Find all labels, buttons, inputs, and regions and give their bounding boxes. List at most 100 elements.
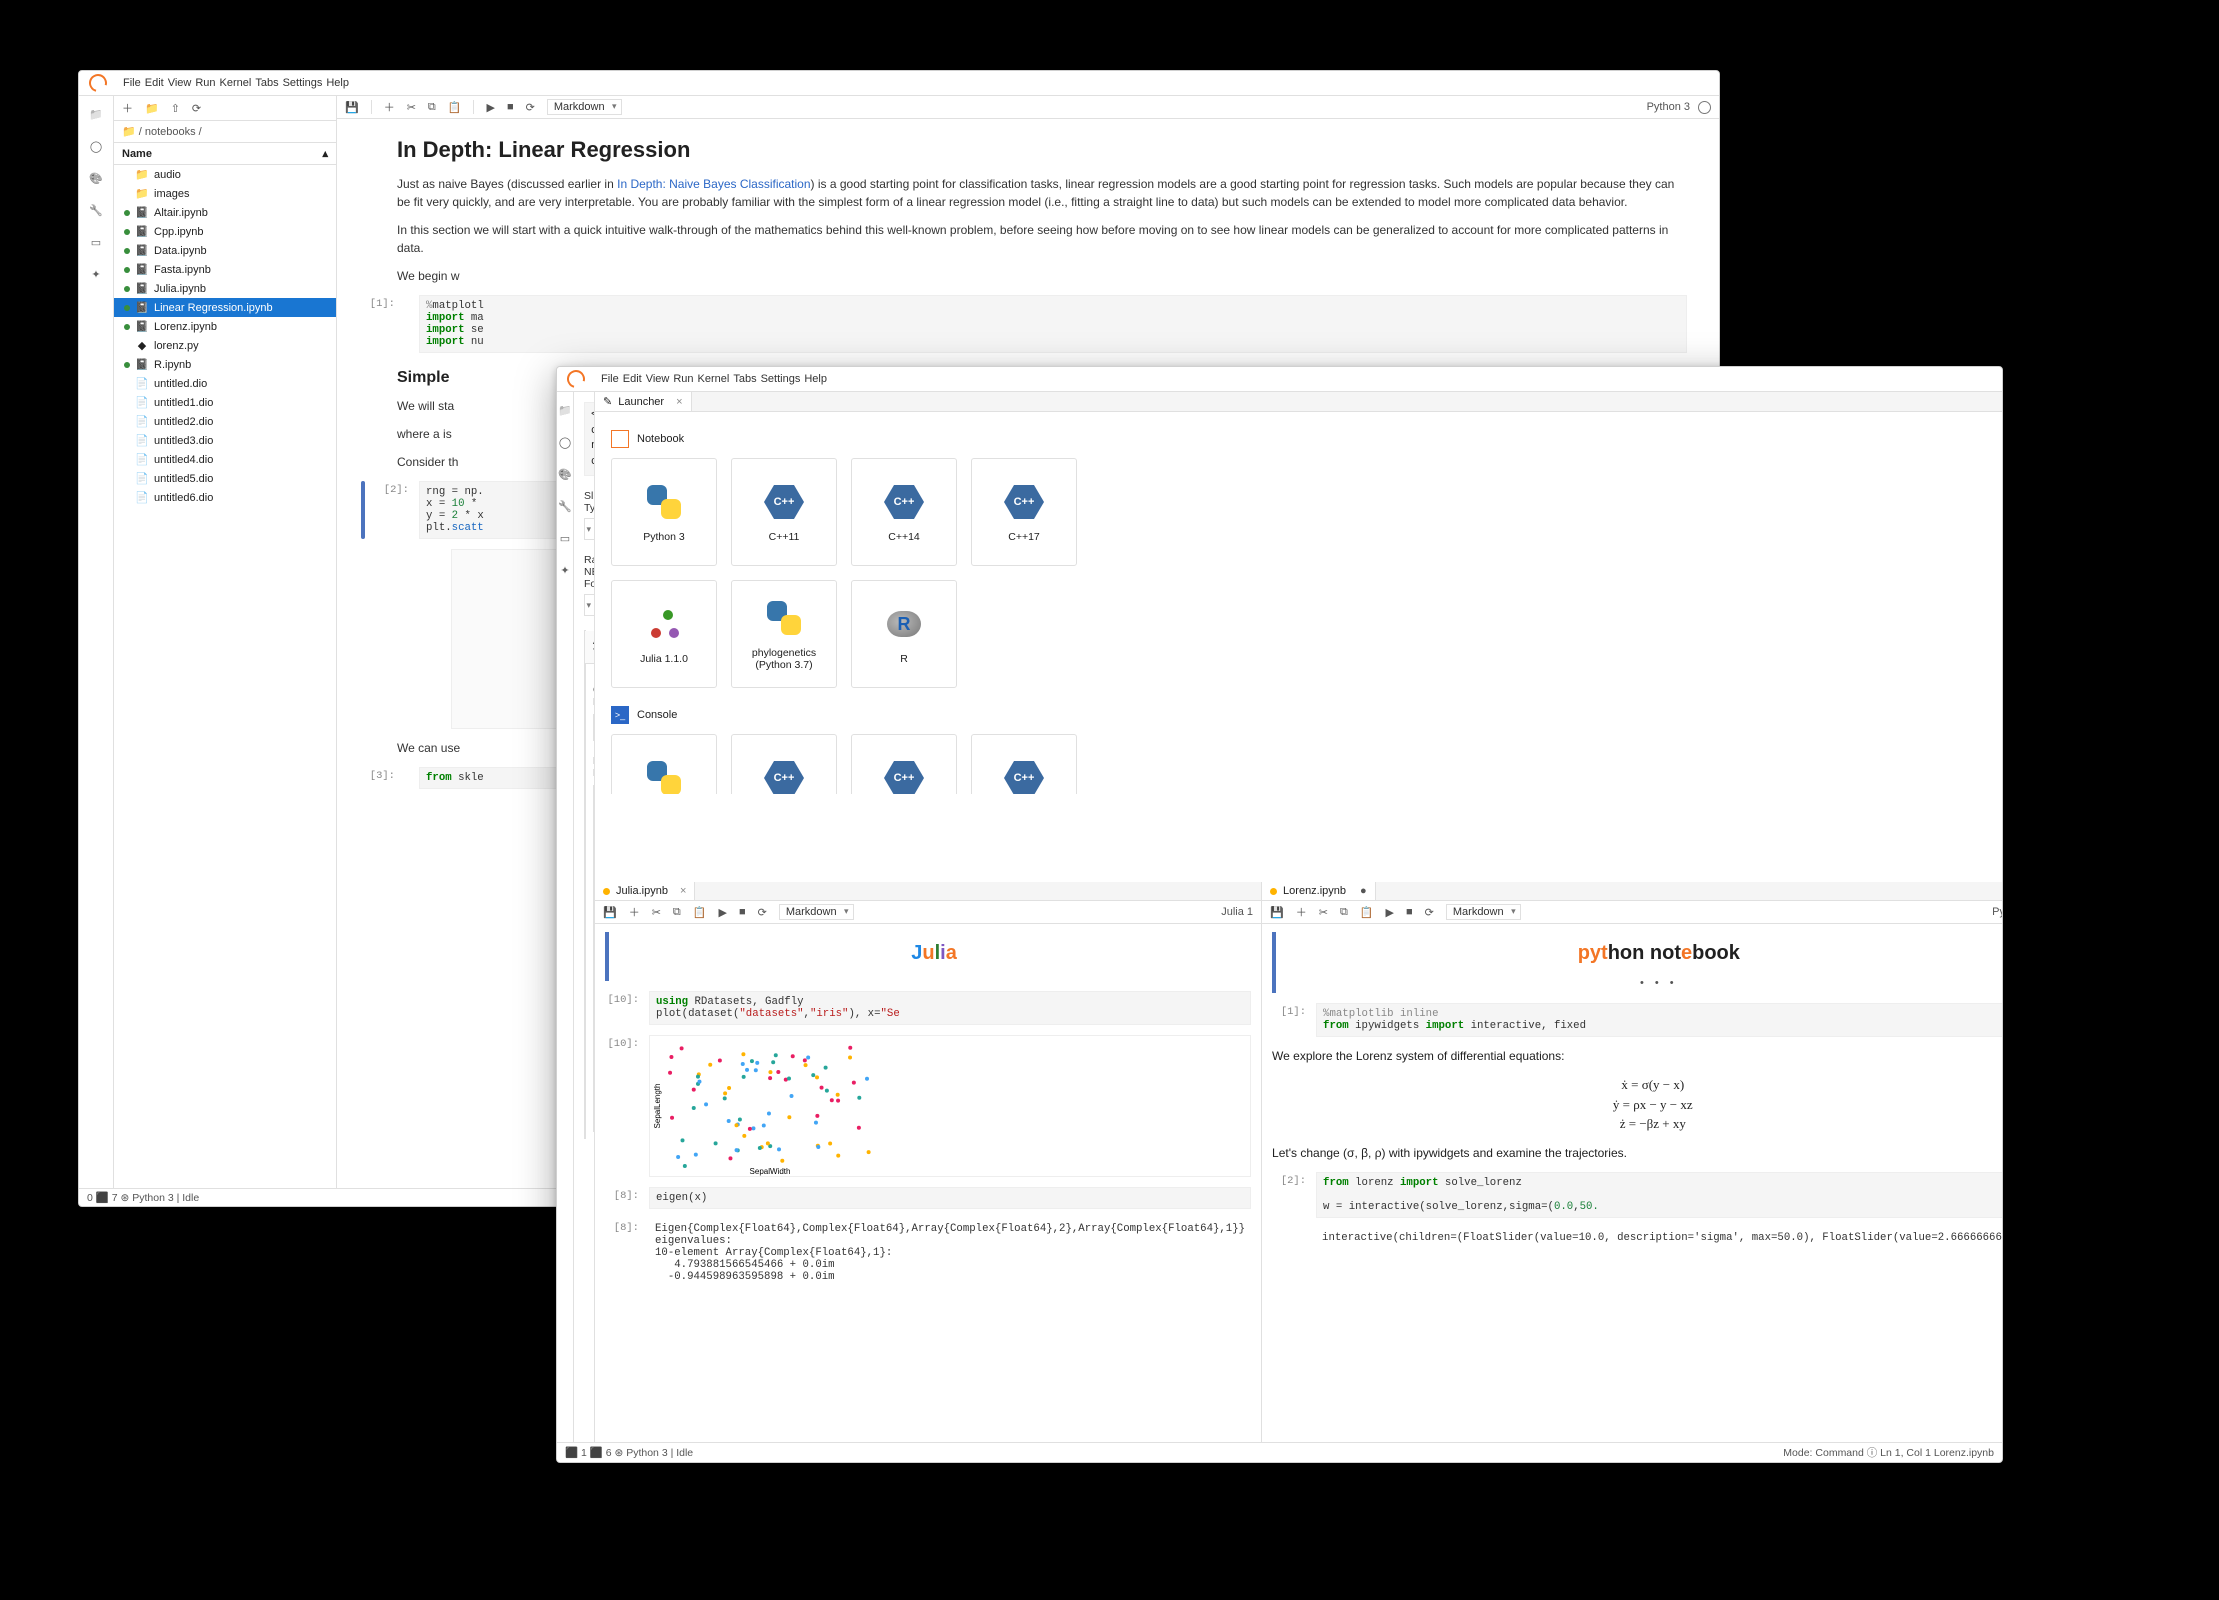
run-cell-icon[interactable]: ▶	[718, 906, 726, 919]
restart-icon[interactable]: ⟳	[1425, 906, 1434, 919]
launcher-card[interactable]: C++C++17	[971, 734, 1077, 794]
save-icon[interactable]: 💾	[603, 906, 617, 919]
extension-icon[interactable]: ✦	[88, 266, 104, 282]
menu-settings[interactable]: Settings	[759, 371, 803, 387]
menu-kernel[interactable]: Kernel	[696, 371, 732, 387]
paste-icon[interactable]: 📋	[1360, 906, 1374, 919]
cut-icon[interactable]: ✂	[407, 101, 416, 114]
menu-view[interactable]: View	[644, 371, 672, 387]
launcher-card[interactable]: Julia 1.1.0	[611, 580, 717, 688]
file-item[interactable]: 📓Julia.ipynb	[114, 279, 336, 298]
file-item[interactable]: ◆lorenz.py	[114, 336, 336, 355]
copy-icon[interactable]: ⧉	[673, 906, 681, 919]
launcher-card[interactable]: C++C++14	[851, 458, 957, 566]
file-item[interactable]: 📓Cpp.ipynb	[114, 222, 336, 241]
tab-julia[interactable]: Julia.ipynb×	[595, 882, 695, 900]
menu-file[interactable]: File	[121, 75, 143, 91]
copy-icon[interactable]: ⧉	[428, 101, 436, 114]
tab-launcher[interactable]: ✎Launcher×	[595, 392, 692, 411]
menu-file[interactable]: File	[599, 371, 621, 387]
menu-run[interactable]: Run	[671, 371, 695, 387]
sort-icon[interactable]: ▴	[322, 147, 328, 160]
extension-icon[interactable]: ✦	[557, 562, 573, 578]
restart-icon[interactable]: ⟳	[758, 906, 767, 919]
code-cell[interactable]: eigen(x)	[649, 1187, 1251, 1209]
restart-icon[interactable]: ⟳	[526, 101, 535, 114]
paste-icon[interactable]: 📋	[693, 906, 707, 919]
stop-icon[interactable]: ■	[739, 906, 746, 918]
file-item[interactable]: 📄untitled.dio	[114, 374, 336, 393]
refresh-button[interactable]: ⟳	[192, 102, 201, 115]
menu-help[interactable]: Help	[324, 75, 351, 91]
file-item[interactable]: 📄untitled3.dio	[114, 431, 336, 450]
launcher-card[interactable]: RR	[851, 580, 957, 688]
tabs-icon[interactable]: ▭	[557, 530, 573, 546]
launcher-card[interactable]: C++C++11	[731, 734, 837, 794]
run-icon[interactable]: ◯	[557, 434, 573, 450]
cut-icon[interactable]: ✂	[1319, 906, 1328, 919]
slide-type-select[interactable]	[584, 518, 595, 540]
stop-icon[interactable]: ■	[1406, 906, 1413, 918]
add-cell-icon[interactable]: ＋	[629, 904, 640, 920]
file-item[interactable]: 📓R.ipynb	[114, 355, 336, 374]
kernel-name[interactable]: Julia 1	[1221, 906, 1253, 918]
launcher-card[interactable]: Python 3	[611, 734, 717, 794]
new-folder-button[interactable]: 📁	[145, 102, 159, 115]
upload-button[interactable]: ⇧	[171, 102, 180, 115]
run-cell-icon[interactable]: ▶	[486, 101, 494, 114]
folder-icon[interactable]: 📁	[88, 106, 104, 122]
raw-format-select[interactable]	[584, 594, 595, 616]
run-cell-icon[interactable]: ▶	[1386, 906, 1394, 919]
file-item[interactable]: 📄untitled2.dio	[114, 412, 336, 431]
cell-type-select[interactable]: Markdown	[1446, 904, 1521, 920]
palette-icon[interactable]: 🎨	[88, 170, 104, 186]
folder-icon[interactable]: 📁	[557, 402, 573, 418]
file-item[interactable]: 📄untitled1.dio	[114, 393, 336, 412]
launcher-card[interactable]: phylogenetics (Python 3.7)	[731, 580, 837, 688]
advanced-tools-accordion[interactable]: Advanced Tools▴ Cell Metadata {} Noteboo…	[584, 630, 586, 1139]
launcher-card[interactable]: Python 3	[611, 458, 717, 566]
menu-tabs[interactable]: Tabs	[253, 75, 280, 91]
cell-type-select[interactable]: Markdown	[547, 99, 622, 115]
menu-settings[interactable]: Settings	[281, 75, 325, 91]
kernel-name[interactable]: Python 3	[1992, 906, 2002, 918]
file-item[interactable]: 📄untitled4.dio	[114, 450, 336, 469]
file-item[interactable]: 📓Linear Regression.ipynb	[114, 298, 336, 317]
copy-icon[interactable]: ⧉	[1340, 906, 1348, 919]
code-cell[interactable]: %matplotlib inline from ipywidgets impor…	[1316, 1003, 2002, 1037]
cell-type-select[interactable]: Markdown	[779, 904, 854, 920]
link-naive-bayes[interactable]: In Depth: Naive Bayes Classification	[617, 177, 810, 191]
tabs-icon[interactable]: ▭	[88, 234, 104, 250]
close-icon[interactable]: ×	[676, 396, 682, 408]
file-item[interactable]: 📓Data.ipynb	[114, 241, 336, 260]
column-header-name[interactable]: Name	[122, 148, 152, 160]
code-cell[interactable]: using RDatasets, Gadfly plot(dataset("da…	[649, 991, 1251, 1025]
wrench-icon[interactable]: 🔧	[88, 202, 104, 218]
wrench-icon[interactable]: 🔧	[557, 498, 573, 514]
code-cell[interactable]: from lorenz import solve_lorenz w = inte…	[1316, 1172, 2002, 1218]
file-item[interactable]: 📁images	[114, 184, 336, 203]
launcher-card[interactable]: C++C++14	[851, 734, 957, 794]
new-launcher-button[interactable]: ＋	[122, 100, 133, 116]
code-cell[interactable]: %matplotl import ma import se import nu	[419, 295, 1687, 353]
menu-edit[interactable]: Edit	[621, 371, 644, 387]
add-cell-icon[interactable]: ＋	[1296, 904, 1307, 920]
file-item[interactable]: 📓Lorenz.ipynb	[114, 317, 336, 336]
save-icon[interactable]: 💾	[1270, 906, 1284, 919]
close-icon[interactable]: ×	[680, 885, 686, 897]
file-item[interactable]: 📄untitled5.dio	[114, 469, 336, 488]
menu-edit[interactable]: Edit	[143, 75, 166, 91]
launcher-card[interactable]: C++C++11	[731, 458, 837, 566]
paste-icon[interactable]: 📋	[448, 101, 462, 114]
menu-tabs[interactable]: Tabs	[731, 371, 758, 387]
menu-kernel[interactable]: Kernel	[218, 75, 254, 91]
tab-lorenz[interactable]: Lorenz.ipynb●	[1262, 882, 1376, 900]
cut-icon[interactable]: ✂	[652, 906, 661, 919]
file-item[interactable]: 📓Altair.ipynb	[114, 203, 336, 222]
stop-icon[interactable]: ■	[507, 101, 514, 113]
launcher-card[interactable]: C++C++17	[971, 458, 1077, 566]
palette-icon[interactable]: 🎨	[557, 466, 573, 482]
run-icon[interactable]: ◯	[88, 138, 104, 154]
file-item[interactable]: 📁audio	[114, 165, 336, 184]
breadcrumb[interactable]: 📁 / notebooks /	[114, 121, 336, 143]
